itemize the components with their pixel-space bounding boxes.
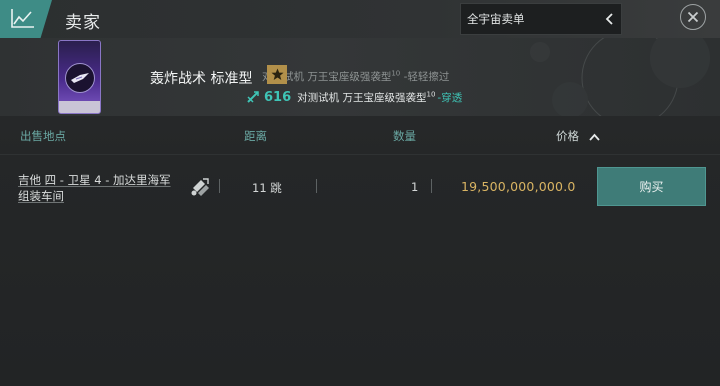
header-divider bbox=[0, 154, 720, 155]
buy-button[interactable]: 购买 bbox=[597, 167, 706, 206]
column-header-price[interactable]: 价格 bbox=[556, 128, 600, 144]
column-header-price-label: 价格 bbox=[556, 129, 579, 143]
item-card[interactable] bbox=[58, 40, 101, 114]
star-icon bbox=[271, 68, 283, 80]
location-line-2: 组装车间 bbox=[18, 189, 64, 203]
price-value: 19,500,000,000.0 bbox=[461, 179, 576, 194]
damage-value: 616 bbox=[264, 89, 292, 105]
column-separator bbox=[316, 179, 317, 193]
column-separator bbox=[431, 179, 432, 193]
bomber-ship-icon bbox=[65, 63, 95, 93]
damage-icon bbox=[247, 91, 259, 103]
table-header: 出售地点 距离 数量 价格 bbox=[0, 124, 720, 146]
seller-window: 卖家 全宇宙卖单 对测试机 万王宝座级强袭型10 -轻轻擦过 轰炸战术 标准型 … bbox=[0, 0, 720, 386]
chevron-left-icon bbox=[599, 4, 621, 34]
ship-class-badge bbox=[267, 65, 287, 84]
column-separator bbox=[219, 179, 220, 193]
background-planet-decoration bbox=[530, 38, 710, 116]
sell-location[interactable]: 吉他 四 - 卫星 4 - 加达里海军 组装车间 bbox=[18, 172, 188, 204]
damage-target-level: 10 bbox=[426, 90, 436, 98]
damage-info: 616 对测试机 万王宝座级强袭型10 -穿透 bbox=[246, 88, 462, 106]
quantity-value: 1 bbox=[411, 180, 419, 194]
sort-ascending-icon bbox=[588, 133, 600, 141]
market-scope-label: 全宇宙卖单 bbox=[467, 12, 525, 26]
column-header-quantity[interactable]: 数量 bbox=[393, 128, 416, 144]
table-row: 吉他 四 - 卫星 4 - 加达里海军 组装车间 11 跳 1 19,500,0… bbox=[0, 160, 720, 216]
item-banner: 对测试机 万王宝座级强袭型10 -轻轻擦过 轰炸战术 标准型 616 对测试机 … bbox=[0, 38, 720, 116]
card-band bbox=[59, 101, 100, 113]
effect-description: 对测试机 万王宝座级强袭型10 -轻轻擦过 bbox=[262, 69, 449, 84]
market-scope-select[interactable]: 全宇宙卖单 bbox=[460, 3, 622, 35]
chart-line-icon bbox=[11, 9, 34, 28]
close-button[interactable] bbox=[680, 4, 706, 30]
distance-jumps: 11 跳 bbox=[252, 181, 282, 195]
close-icon bbox=[687, 11, 699, 23]
location-line-1: 吉他 四 - 卫星 4 - 加达里海军 bbox=[18, 173, 171, 187]
column-header-distance[interactable]: 距离 bbox=[244, 128, 267, 144]
column-header-location[interactable]: 出售地点 bbox=[20, 128, 66, 144]
effect-suffix: -轻轻擦过 bbox=[403, 71, 450, 83]
damage-target-text: 对测试机 万王宝座级强袭型 bbox=[297, 91, 427, 104]
damage-target: 对测试机 万王宝座级强袭型10 bbox=[297, 90, 435, 105]
page-title: 卖家 bbox=[65, 13, 101, 33]
window-header: 卖家 全宇宙卖单 bbox=[0, 0, 720, 38]
station-icon[interactable] bbox=[189, 176, 213, 198]
damage-tag: -穿透 bbox=[437, 91, 463, 104]
item-name: 轰炸战术 标准型 bbox=[150, 71, 253, 87]
effect-target-level: 10 bbox=[391, 69, 401, 78]
